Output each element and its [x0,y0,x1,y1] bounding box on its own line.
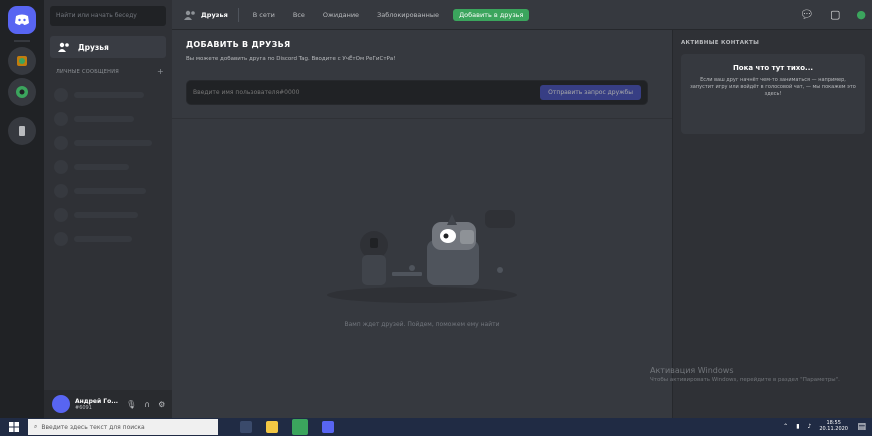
discord-logo-icon [15,14,29,25]
server-icon-2[interactable] [8,78,36,106]
taskbar-apps [240,419,334,435]
topbar-right-icons: 💬︎ ▢ ● [800,8,866,21]
active-now-heading: АКТИВНЫЕ КОНТАКТЫ [681,40,760,46]
watermark-title: Активация Windows [650,366,734,375]
windows-activation-watermark: Активация Windows Чтобы активировать Win… [650,366,865,384]
sidebar-item-friends[interactable]: Друзья [50,36,166,58]
top-bar: Друзья В сети Все Ожидание Заблокированн… [172,0,872,30]
notification-icon[interactable]: ▤ [857,422,866,432]
divider [172,118,672,119]
start-button[interactable] [0,418,28,436]
user-name: Андрей Го... [75,397,119,405]
rail-separator [14,40,30,42]
discord-home-button[interactable] [8,6,36,34]
network-icon[interactable]: ▮ [796,423,799,430]
dm-placeholder [54,86,164,104]
app-icon[interactable] [292,419,308,435]
dm-placeholder [54,110,164,128]
active-now-description: Если ваш друг начнёт чем-то заниматься —… [690,77,856,97]
server-icon-1[interactable] [8,47,36,75]
gear-icon[interactable]: ⚙ [158,400,165,409]
tab-blocked[interactable]: Заблокированные [373,9,443,21]
clock-date: 20.11.2020 [819,426,848,432]
server-rail [0,0,44,418]
dm-sidebar: Найти или начать беседу Друзья ЛИЧНЫЕ СО… [44,0,172,418]
server-2-icon [16,86,28,98]
search-icon: ⌕ [34,423,38,430]
dm-placeholder [54,134,164,152]
active-now-panel: АКТИВНЫЕ КОНТАКТЫ Пока что тут тихо... Е… [672,30,872,418]
empty-state-text: Вамп ждет друзей. Пойдем, поможем ему на… [344,321,500,328]
add-friend-subtitle: Вы можете добавить друга по Discord Tag.… [186,56,396,62]
active-now-title: Пока что тут тихо... [732,64,814,72]
divider [237,7,239,22]
dm-placeholder [54,182,164,200]
friends-label: Друзья [78,42,109,52]
dm-placeholder [54,230,164,248]
taskbar-search-input[interactable]: ⌕ Введите здесь текст для поиска [28,419,218,435]
avatar[interactable] [52,395,70,413]
add-dm-button[interactable]: + [157,67,164,76]
tray-arrow-icon[interactable]: ⌃ [783,423,788,430]
microphone-icon[interactable]: 🎙︎ [126,400,136,409]
dm-header: ЛИЧНЫЕ СООБЩЕНИЯ + [56,67,164,76]
windows-logo-icon [9,422,19,432]
dm-placeholder [54,158,164,176]
new-group-dm-icon[interactable]: 💬︎ [800,8,814,21]
friends-icon [184,10,195,20]
taskbar-search-placeholder: Введите здесь текст для поиска [41,423,145,431]
windows-taskbar: ⌕ Введите здесь текст для поиска ⌃ ▮ ♪ 1… [0,418,872,436]
discord-taskbar-icon[interactable] [322,421,334,433]
active-now-empty-box: Пока что тут тихо... Если ваш друг начнё… [681,54,865,134]
username-input[interactable] [193,89,513,96]
search-input[interactable]: Найти или начать беседу [50,6,166,26]
clock[interactable]: 18:55 20.11.2020 [819,420,848,432]
friends-icon [58,42,69,52]
task-view-icon[interactable] [240,421,252,433]
add-friend-heading: ДОБАВИТЬ В ДРУЗЬЯ [186,40,291,49]
server-icon-3[interactable] [8,117,36,145]
tab-online[interactable]: В сети [249,9,279,21]
volume-icon[interactable]: ♪ [808,423,812,430]
main-content: ДОБАВИТЬ В ДРУЗЬЯ Вы можете добавить дру… [172,30,672,418]
send-request-button[interactable]: Отправить запрос дружбы [540,85,641,100]
inbox-icon[interactable]: ▢ [830,8,840,21]
page-title-label: Друзья [201,10,228,19]
page-title: Друзья [184,10,228,20]
server-1-icon [17,56,27,66]
tab-all[interactable]: Все [289,9,309,21]
file-explorer-icon[interactable] [266,421,278,433]
add-friend-box: Отправить запрос дружбы [186,80,648,105]
system-tray: ⌃ ▮ ♪ 18:55 20.11.2020 [783,420,848,432]
headphones-icon[interactable]: ∩ [144,400,150,409]
tab-pending[interactable]: Ожидание [319,9,363,21]
server-3-icon [19,126,25,136]
wumpus-illustration-icon [327,210,517,303]
user-panel: Андрей Го... #6091 🎙︎ ∩ ⚙ [44,390,172,418]
add-friend-tab[interactable]: Добавить в друзья [453,8,530,21]
dm-placeholder [54,206,164,224]
help-icon[interactable]: ● [856,8,866,21]
user-tag: #6091 [75,404,92,411]
dm-header-label: ЛИЧНЫЕ СООБЩЕНИЯ [56,69,120,75]
watermark-description: Чтобы активировать Windows, перейдите в … [650,377,840,383]
